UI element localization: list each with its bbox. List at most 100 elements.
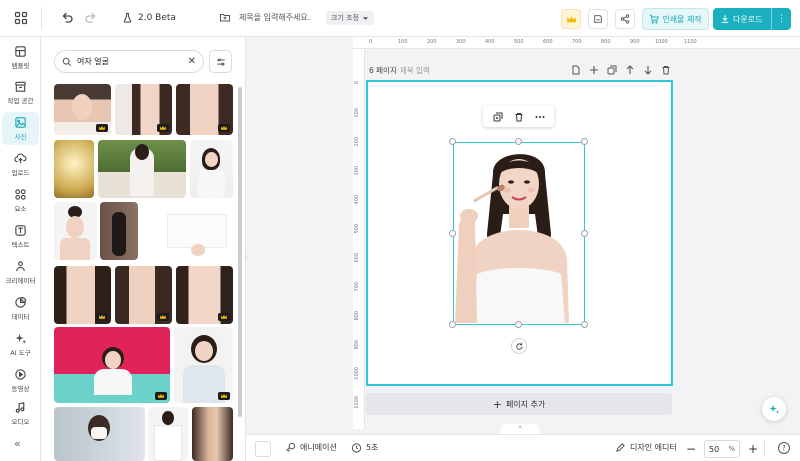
- resize-handle-bottom-right[interactable]: [581, 321, 588, 328]
- expand-pages-icon[interactable]: ⌃: [500, 424, 540, 434]
- delete-element-icon[interactable]: [514, 112, 524, 122]
- zoom-in-button[interactable]: +: [748, 442, 758, 456]
- new-page-icon[interactable]: [571, 65, 581, 75]
- rail-item-video[interactable]: 동영상: [2, 364, 39, 397]
- share-button[interactable]: [615, 9, 635, 29]
- save-button[interactable]: [588, 9, 608, 29]
- delete-page-icon[interactable]: [661, 65, 671, 75]
- animation-label: 애니메이션: [300, 443, 337, 452]
- duplicate-icon[interactable]: [607, 65, 617, 75]
- face-shape: [195, 341, 213, 361]
- collapse-rail-icon[interactable]: «: [14, 437, 21, 450]
- rail-item-ai-tools[interactable]: AI 도구: [2, 328, 39, 361]
- resize-dropdown[interactable]: 크기 조정: [326, 11, 374, 25]
- photo-thumbnail[interactable]: [115, 266, 172, 324]
- rail-item-upload[interactable]: 업로드: [2, 148, 39, 181]
- photo-thumbnail[interactable]: [148, 407, 188, 461]
- ruler-tick: 300: [354, 166, 360, 176]
- photo-thumbnail[interactable]: [176, 266, 233, 324]
- print-order-label: 인쇄물 제작: [662, 14, 702, 24]
- rotate-icon[interactable]: [511, 338, 527, 354]
- move-down-icon[interactable]: [643, 65, 653, 75]
- filter-button[interactable]: [209, 50, 232, 73]
- ruler-vertical: 0 100 200 300 400 500 600 700 800 900 10…: [353, 49, 365, 429]
- rail-item-workspace[interactable]: 작업 공간: [2, 76, 39, 109]
- page-toolbar: [571, 65, 671, 75]
- rail-label: 데이터: [11, 313, 30, 321]
- more-options-icon[interactable]: [535, 112, 545, 122]
- version-label: 2.0 Beta: [138, 12, 176, 23]
- photo-thumbnail[interactable]: [176, 84, 233, 135]
- rail-item-photo[interactable]: 사진: [2, 112, 39, 145]
- resize-handle-bottom-left[interactable]: [449, 321, 456, 328]
- page-title-input[interactable]: 제목 입력: [400, 65, 430, 76]
- photo-thumbnail[interactable]: [100, 202, 138, 260]
- undo-icon[interactable]: [60, 11, 74, 25]
- resize-handle-right[interactable]: [581, 230, 588, 237]
- rail-item-template[interactable]: 템플릿: [2, 41, 39, 74]
- ai-assistant-button[interactable]: [762, 397, 786, 421]
- add-icon[interactable]: [589, 65, 599, 75]
- photo-thumbnail[interactable]: [54, 84, 111, 135]
- panel-scrollbar[interactable]: [238, 87, 242, 417]
- photo-thumbnail[interactable]: [54, 202, 97, 260]
- photo-thumbnail[interactable]: [54, 407, 145, 461]
- redo-icon[interactable]: [84, 11, 98, 25]
- download-more-icon[interactable]: ⋮: [771, 8, 791, 30]
- rail-item-text[interactable]: 텍스트: [2, 220, 39, 253]
- copy-element-icon[interactable]: [493, 112, 503, 122]
- premium-badge-icon: [157, 313, 169, 321]
- resize-handle-top-right[interactable]: [581, 138, 588, 145]
- rail-item-data[interactable]: 데이터: [2, 292, 39, 325]
- background-color-swatch[interactable]: [255, 441, 271, 457]
- ruler-tick: 400: [354, 195, 360, 205]
- duration-button[interactable]: 5초: [351, 442, 378, 453]
- help-icon[interactable]: ?: [778, 442, 790, 454]
- photo-thumbnail[interactable]: [98, 140, 186, 198]
- ruler-tick: 900: [630, 39, 640, 45]
- ruler-tick: 400: [485, 39, 495, 45]
- resize-handle-top-left[interactable]: [449, 138, 456, 145]
- clear-search-icon[interactable]: ✕: [188, 56, 196, 67]
- photo-thumbnail[interactable]: [174, 327, 233, 403]
- rail-item-elements[interactable]: 요소: [2, 184, 39, 217]
- premium-badge-icon: [155, 392, 167, 400]
- premium-button[interactable]: [561, 9, 581, 29]
- rail-item-audio[interactable]: 오디오: [2, 400, 39, 426]
- document-title-text: 제목을 입력해주세요.: [239, 12, 311, 22]
- photo-thumbnail[interactable]: [115, 84, 172, 135]
- photo-thumbnail[interactable]: [190, 140, 233, 198]
- print-order-button[interactable]: 인쇄물 제작: [642, 8, 709, 30]
- apps-grid-icon[interactable]: [14, 11, 28, 25]
- sparkle-icon: [769, 404, 780, 414]
- zoom-input[interactable]: 50 %: [704, 440, 740, 458]
- ruler-tick: 600: [354, 253, 360, 263]
- design-editor-button[interactable]: 디자인 에디터: [615, 442, 677, 453]
- body-shape: [94, 369, 132, 395]
- document-title[interactable]: 제목을 입력해주세요.: [219, 11, 310, 23]
- premium-badge-icon: [218, 392, 230, 400]
- photo-thumbnail[interactable]: [54, 140, 94, 198]
- photo-thumbnail[interactable]: [192, 407, 233, 461]
- resize-handle-top[interactable]: [515, 138, 522, 145]
- top-bar: 2.0 Beta 제목을 입력해주세요. 크기 조정 인쇄물 제작 다운로드 ⋮: [0, 0, 800, 37]
- chevron-down-icon: [362, 16, 369, 20]
- photo-thumbnail[interactable]: [161, 202, 233, 260]
- add-page-button[interactable]: + 페이지 추가: [366, 393, 672, 415]
- resize-handle-bottom[interactable]: [515, 321, 522, 328]
- page-header: 6 페이지 제목 입력: [369, 63, 671, 77]
- download-button[interactable]: 다운로드 ⋮: [713, 8, 791, 30]
- move-up-icon[interactable]: [625, 65, 635, 75]
- search-input[interactable]: 여자 얼굴 ✕: [54, 50, 204, 73]
- timer-icon: [351, 443, 362, 453]
- divider: [41, 7, 42, 30]
- photo-thumbnail[interactable]: [54, 327, 170, 403]
- design-editor-label: 디자인 에디터: [630, 443, 677, 452]
- zoom-out-button[interactable]: −: [686, 442, 696, 456]
- animation-button[interactable]: 애니메이션: [285, 442, 337, 453]
- panel-resize-handle[interactable]: ⋮: [243, 247, 250, 267]
- resize-handle-left[interactable]: [449, 230, 456, 237]
- download-main[interactable]: 다운로드: [713, 14, 771, 25]
- photo-thumbnail[interactable]: [54, 266, 111, 324]
- rail-item-creator[interactable]: 크리에이터: [2, 256, 39, 289]
